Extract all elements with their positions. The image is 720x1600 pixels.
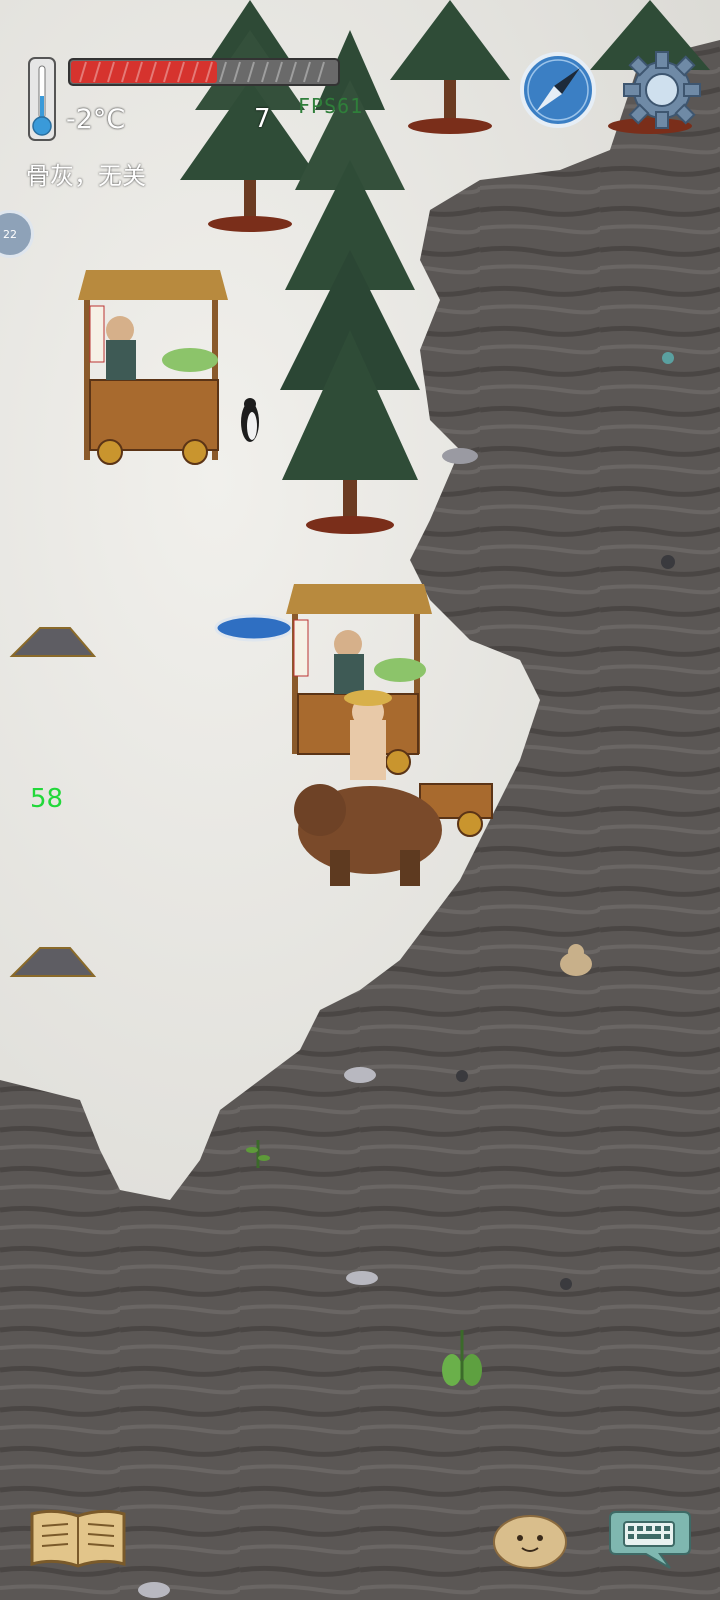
keyboard-icon[interactable] — [606, 1506, 692, 1572]
potato-icon[interactable] — [492, 1510, 568, 1570]
frozen-pond[interactable] — [214, 614, 294, 642]
status-message: 骨灰，无关 — [26, 162, 146, 190]
rock[interactable] — [344, 1067, 376, 1083]
rock[interactable] — [346, 1271, 378, 1285]
journal-icon[interactable] — [28, 1506, 128, 1570]
compass-icon[interactable] — [518, 50, 598, 130]
day-counter: 7 — [254, 104, 271, 134]
gear-icon[interactable] — [620, 48, 704, 132]
shop-sign — [89, 305, 105, 363]
fps-counter: FPS61 — [298, 94, 364, 118]
pebble[interactable] — [456, 1070, 468, 1082]
game-world[interactable] — [0, 0, 720, 1600]
health-bar — [68, 58, 340, 86]
rock[interactable] — [442, 448, 478, 464]
rock[interactable] — [138, 1582, 170, 1598]
pebble[interactable] — [662, 352, 674, 364]
pebble[interactable] — [661, 555, 675, 569]
resource-counter: 58 — [30, 784, 64, 814]
pebble[interactable] — [560, 1278, 572, 1290]
thermometer-icon — [28, 57, 56, 141]
shop-sign — [293, 619, 309, 677]
temperature-readout: -2°C — [66, 104, 126, 135]
